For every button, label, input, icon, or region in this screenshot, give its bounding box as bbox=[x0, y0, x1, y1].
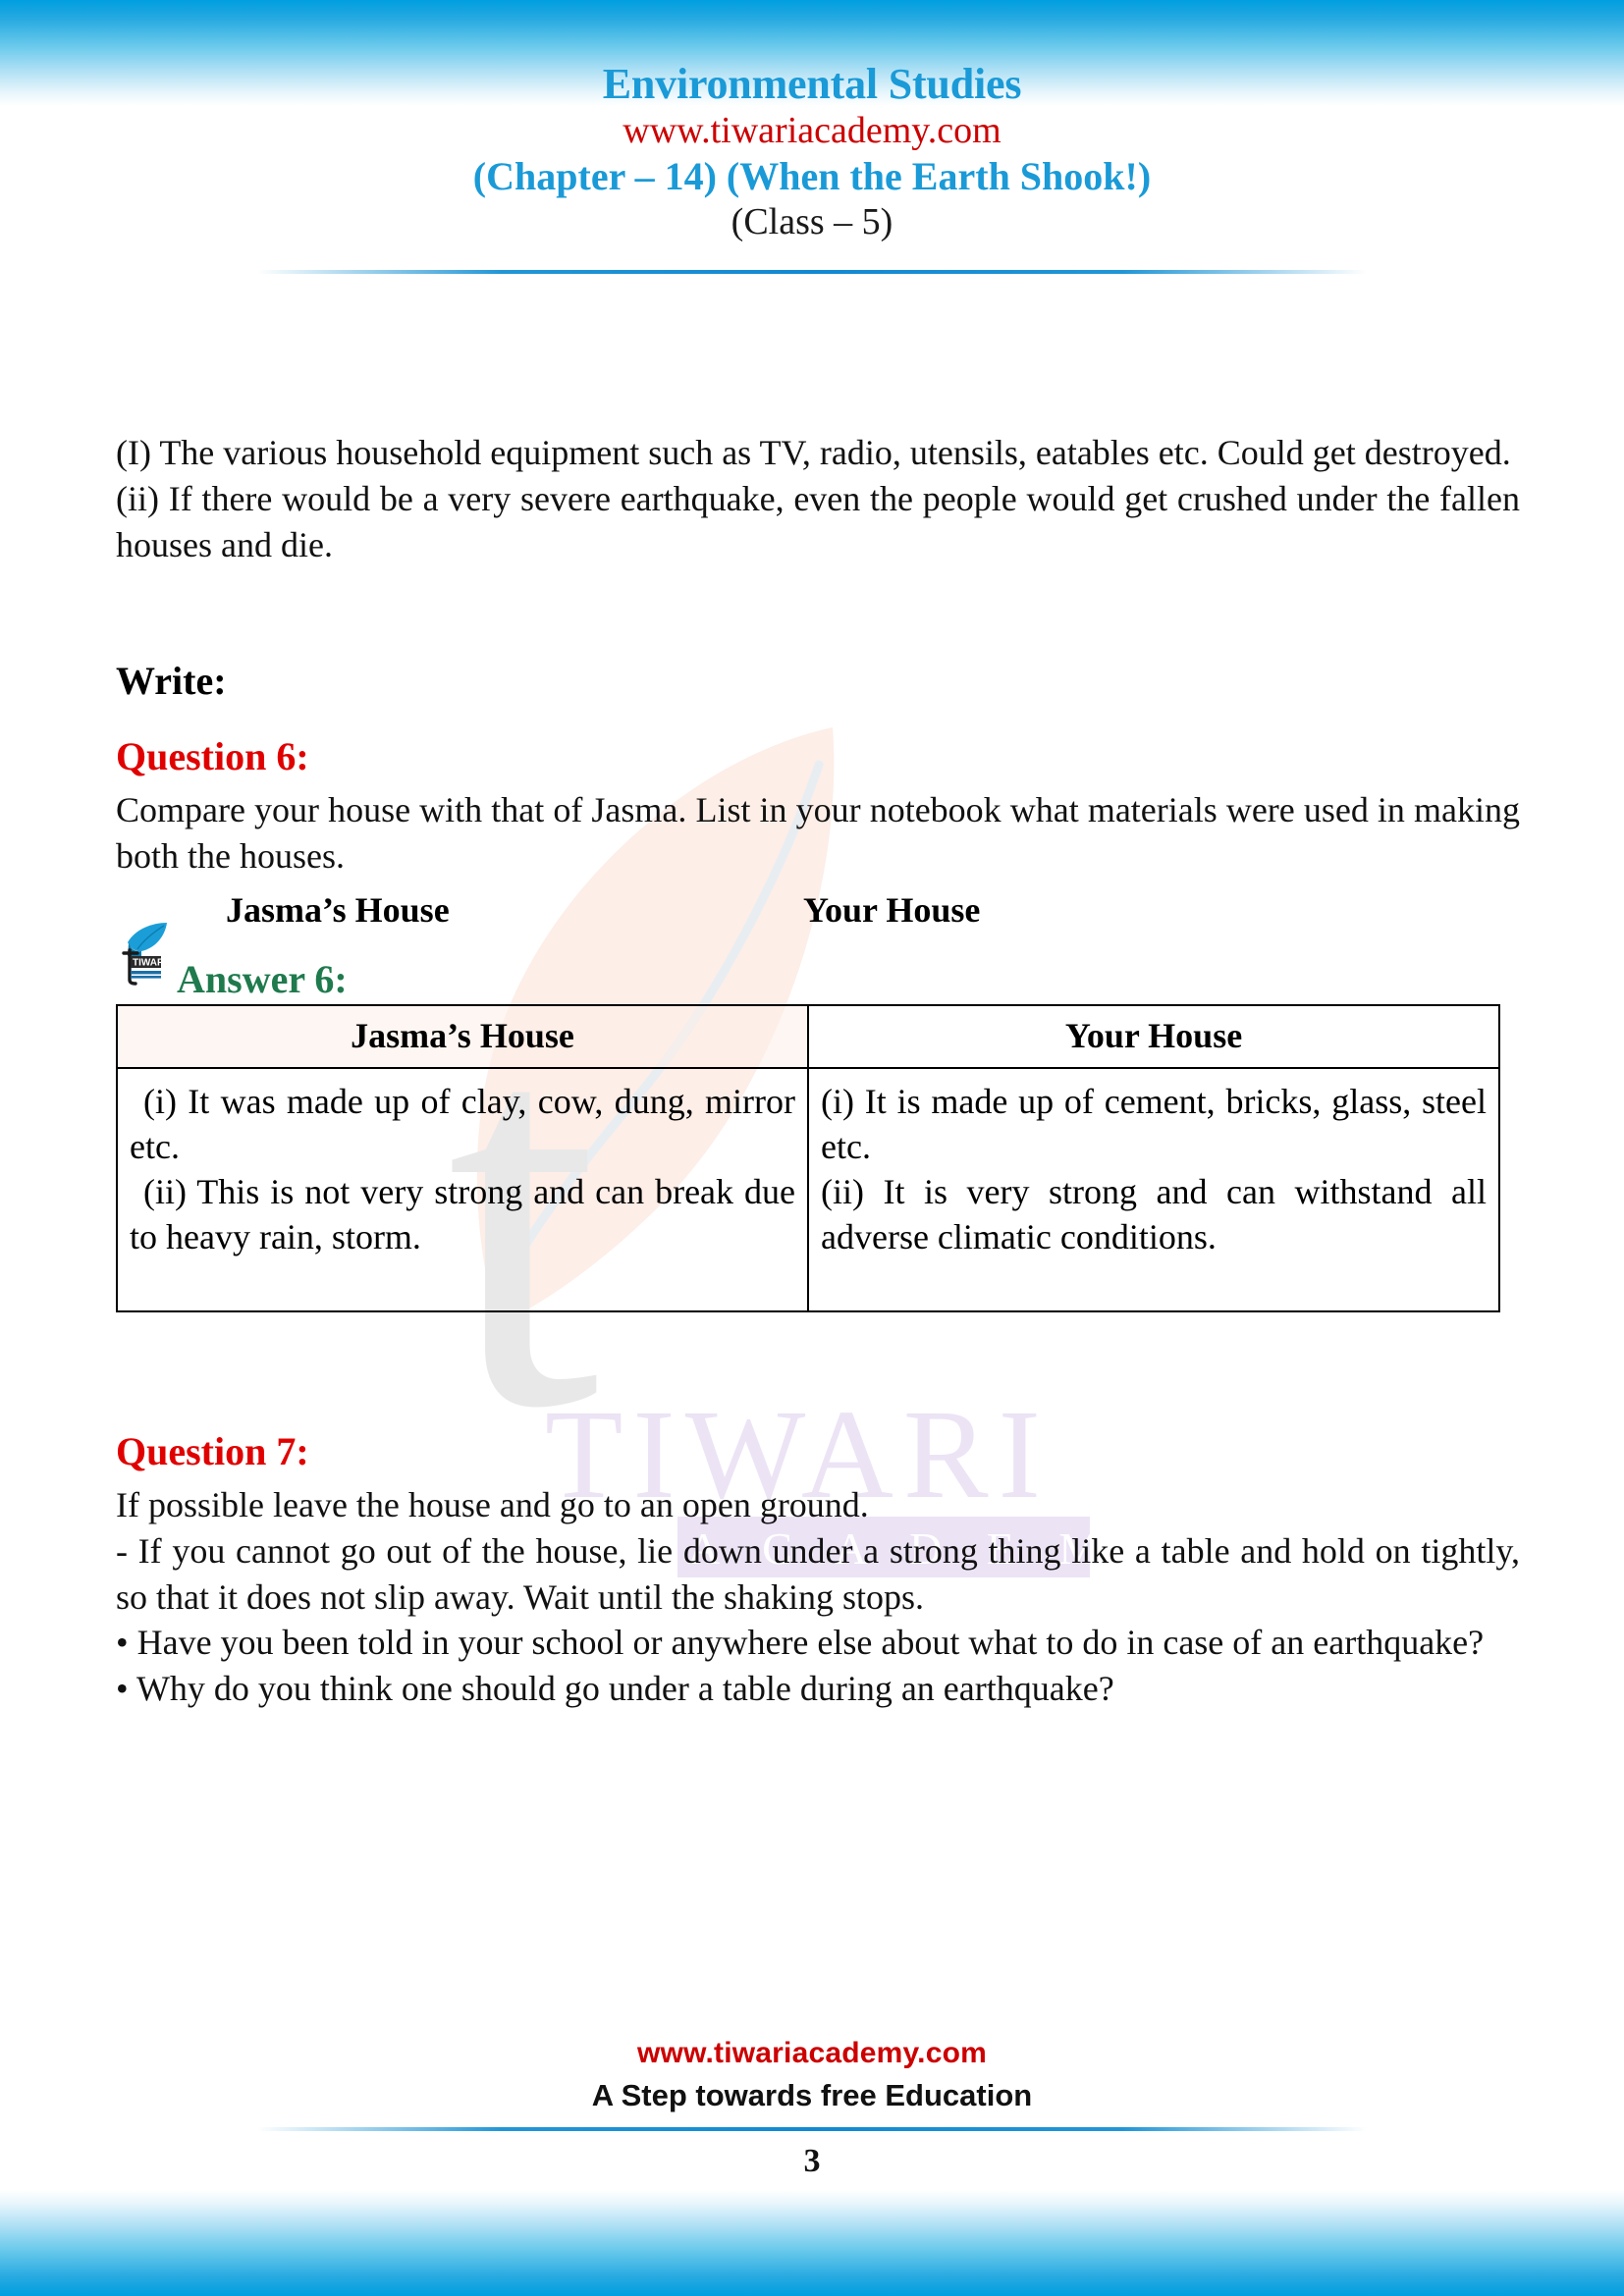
cell-point-ii: (ii) It is very strong and can withstand… bbox=[821, 1172, 1487, 1257]
table-header-your-house: Your House bbox=[807, 1003, 1500, 1069]
question-7-bullet-1: • Have you been told in your school or a… bbox=[116, 1623, 1485, 1663]
comparison-table: Jasma’s House Your House (i) It was made… bbox=[116, 1003, 1500, 1312]
page-number: 3 bbox=[803, 2143, 821, 2179]
subject-title: Environmental Studies bbox=[602, 60, 1022, 108]
page-header: Environmental Studies www.tiwariacademy.… bbox=[0, 0, 1624, 275]
write-heading: Write: bbox=[116, 659, 227, 704]
table-header-row: Jasma’s House Your House bbox=[116, 1003, 1500, 1069]
cell-point-i: (i) It was made up of clay, cow, dung, m… bbox=[130, 1081, 795, 1167]
question-6-text: Compare your house with that of Jasma. L… bbox=[116, 790, 1520, 877]
question-7-bullet-2: • Why do you think one should go under a… bbox=[116, 1669, 1114, 1709]
question-7-line-2: - If you cannot go out of the house, lie… bbox=[116, 1530, 1520, 1617]
table-row: (i) It was made up of clay, cow, dung, m… bbox=[116, 1066, 1500, 1312]
page-content: (I) The various household equipment such… bbox=[116, 430, 1520, 1712]
document-page: Environmental Studies www.tiwariacademy.… bbox=[0, 0, 1624, 2296]
footer-divider bbox=[257, 2127, 1367, 2131]
chapter-title: (Chapter – 14) (When the Earth Shook!) bbox=[472, 154, 1152, 199]
table-cell-your-house: (i) It is made up of cement, bricks, gla… bbox=[807, 1066, 1500, 1312]
footer-tagline: A Step towards free Education bbox=[591, 2078, 1033, 2112]
svg-text:TIWARI: TIWARI bbox=[133, 957, 167, 968]
header-website-link[interactable]: www.tiwariacademy.com bbox=[0, 110, 1624, 152]
answer-6-label: Answer 6: bbox=[177, 956, 348, 1001]
tiwari-academy-logo-icon: TIWARI bbox=[122, 922, 167, 986]
footer-website-link[interactable]: www.tiwariacademy.com bbox=[0, 2037, 1624, 2070]
header-divider bbox=[257, 270, 1367, 275]
table-header-jasmas-house: Jasma’s House bbox=[116, 1003, 809, 1069]
caption-jasmas-house: Jasma’s House bbox=[226, 889, 450, 930]
question-7-label: Question 7: bbox=[116, 1428, 309, 1473]
cell-point-ii: (ii) This is not very strong and can bre… bbox=[130, 1172, 795, 1257]
question-7-block: Question 7: If possible leave the house … bbox=[116, 1428, 1520, 1712]
table-cell-jasmas-house: (i) It was made up of clay, cow, dung, m… bbox=[116, 1066, 809, 1312]
class-label: (Class – 5) bbox=[731, 200, 893, 242]
question-6-captions: Jasma’s House Your House bbox=[116, 889, 1520, 940]
question-6-label: Question 6: bbox=[116, 734, 309, 779]
answer-6-block: TIWARI Answer 6: Jasma’s House Your Hous… bbox=[116, 922, 1520, 1312]
page-footer: www.tiwariacademy.com A Step towards fre… bbox=[0, 2037, 1624, 2180]
cell-point-i: (i) It is made up of cement, bricks, gla… bbox=[821, 1081, 1487, 1167]
caption-your-house: Your House bbox=[803, 889, 981, 930]
intro-point-1: (I) The various household equipment such… bbox=[116, 433, 1511, 472]
question-7-line-1: If possible leave the house and go to an… bbox=[116, 1484, 869, 1524]
intro-point-2: (ii) If there would be a very severe ear… bbox=[116, 478, 1520, 564]
